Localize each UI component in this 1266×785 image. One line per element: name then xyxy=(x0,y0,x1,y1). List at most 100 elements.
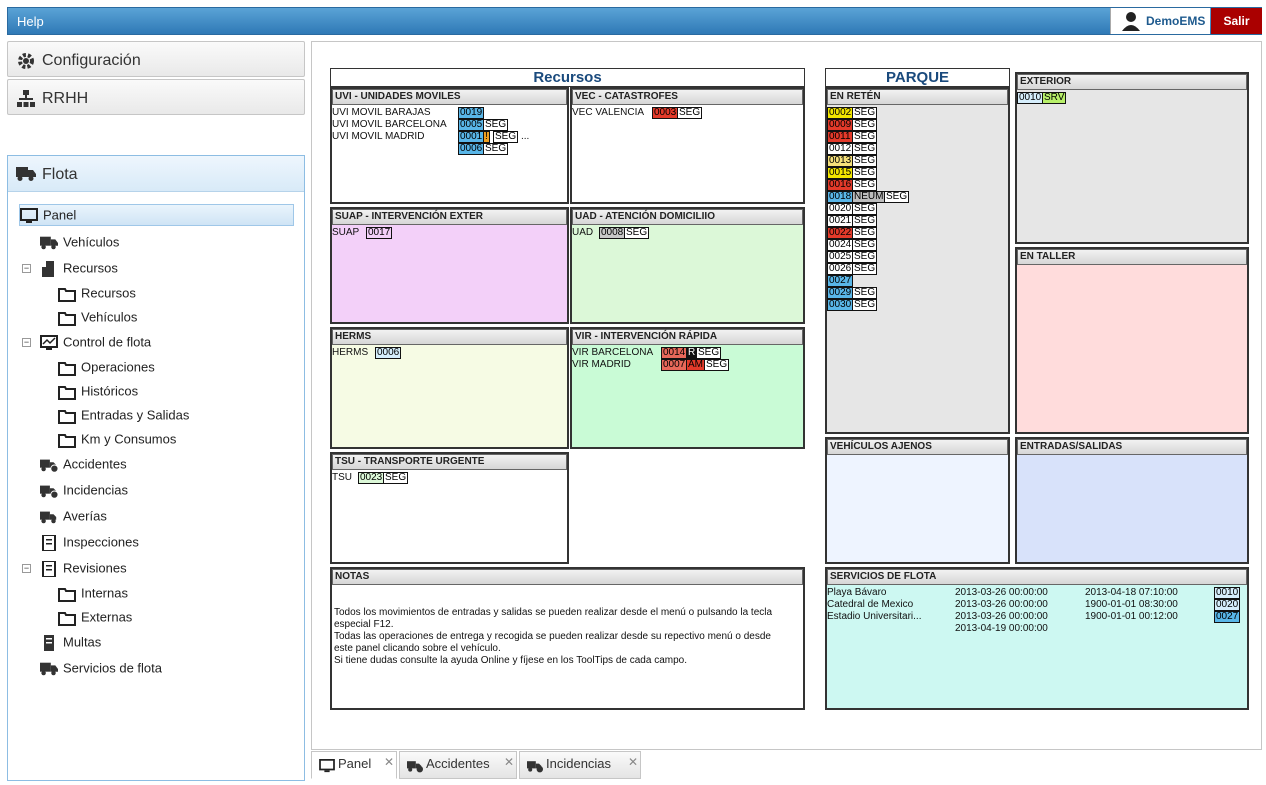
unit-chip[interactable]: 0022 xyxy=(827,227,854,239)
status-chip[interactable]: SEG xyxy=(884,191,910,203)
status-chip[interactable]: SEG xyxy=(852,203,878,215)
box-suap: SUAP - INTERVENCIÓN EXTER SUAP 0017 xyxy=(330,207,569,324)
status-chip[interactable]: SEG xyxy=(852,287,878,299)
tree-item-multas[interactable]: Multas xyxy=(40,632,101,654)
status-chip[interactable]: SEG xyxy=(624,227,650,239)
accordion-flota-header[interactable]: Flota xyxy=(8,156,304,192)
tree-item-operaciones[interactable]: Operaciones xyxy=(58,357,155,379)
status-chip[interactable]: SEG xyxy=(493,131,519,143)
tab-panel[interactable]: Panel ✕ xyxy=(311,751,397,779)
tree-item-vehiculos[interactable]: Vehículos xyxy=(40,232,119,254)
status-chip[interactable]: SEG xyxy=(677,107,703,119)
status-chip[interactable]: SEG xyxy=(852,179,878,191)
user-box[interactable]: DemoEMS xyxy=(1110,8,1210,34)
unit-chip[interactable]: 0025 xyxy=(827,251,854,263)
box-header: NOTAS xyxy=(332,569,803,585)
unit-chip[interactable]: 0024 xyxy=(827,239,854,251)
status-chip[interactable]: SEG xyxy=(483,119,509,131)
tab-incidencias[interactable]: Incidencias ✕ xyxy=(519,751,641,779)
status-chip[interactable]: SEG xyxy=(852,215,878,227)
help-menu[interactable]: Help xyxy=(17,14,44,29)
status-chip[interactable]: SEG xyxy=(852,143,878,155)
tree-item-inspecciones[interactable]: Inspecciones xyxy=(40,532,139,554)
status-chip[interactable]: SEG xyxy=(483,143,509,155)
unit-chip[interactable]: 0021 xyxy=(827,215,854,227)
collapse-toggle[interactable]: − xyxy=(22,564,31,573)
status-chip[interactable]: SEG xyxy=(852,239,878,251)
tree-item-internas[interactable]: Internas xyxy=(58,583,128,605)
status-chip[interactable]: SEG xyxy=(383,472,409,484)
unit-chip[interactable]: 0011 xyxy=(827,131,853,143)
unit-chip[interactable]: 0020 xyxy=(1214,599,1241,611)
tree-item-revisiones[interactable]: Revisiones xyxy=(40,558,127,580)
status-chip[interactable]: SRV xyxy=(1042,92,1067,104)
close-icon[interactable]: ✕ xyxy=(628,755,638,769)
unit-chip[interactable]: 0018 xyxy=(827,191,854,203)
servicio-name: Estadio Universitari... xyxy=(827,611,922,622)
tree-item-control-flota[interactable]: Control de flota xyxy=(40,332,151,354)
unit-chip[interactable]: 0027 xyxy=(827,275,854,287)
unit-chip[interactable]: 0020 xyxy=(827,203,854,215)
status-chip[interactable]: SEG xyxy=(704,359,730,371)
alert-chip[interactable]: ! xyxy=(483,131,490,143)
tree-item-incidencias[interactable]: Incidencias xyxy=(40,480,128,502)
checklist-icon xyxy=(42,534,56,551)
unit-chip[interactable]: 0006 xyxy=(375,347,402,359)
tab-accidentes[interactable]: Accidentes ✕ xyxy=(399,751,517,779)
tree-item-accidentes[interactable]: Accidentes xyxy=(40,454,127,476)
status-chip[interactable]: SEG xyxy=(852,227,878,239)
unit-chip[interactable]: 0002 xyxy=(827,107,854,119)
unit-chip[interactable]: 0027 xyxy=(1214,611,1241,623)
tree-item-recursos-sub[interactable]: Recursos xyxy=(58,283,136,305)
status-chip[interactable]: SEG xyxy=(852,299,878,311)
unit-chip[interactable]: 0023 xyxy=(358,472,385,484)
tree-item-averias[interactable]: Averías xyxy=(40,506,107,528)
unit-chip[interactable]: 0001 xyxy=(458,131,485,143)
unit-chip[interactable]: 0030 xyxy=(827,299,854,311)
unit-chip[interactable]: 0026 xyxy=(827,263,854,275)
unit-chip[interactable]: 0010 xyxy=(1017,92,1044,104)
unit-chip[interactable]: 0003 xyxy=(652,107,679,119)
unit-chip[interactable]: 0005 xyxy=(458,119,485,131)
tree-item-panel[interactable]: Panel xyxy=(19,204,294,226)
unit-chip[interactable]: 0013 xyxy=(827,155,854,167)
tree-item-entradas-salidas[interactable]: Entradas y Salidas xyxy=(58,405,189,427)
unit-chip[interactable]: 0012 xyxy=(827,143,854,155)
status-chip[interactable]: SEG xyxy=(852,131,878,143)
status-chip[interactable]: SEG xyxy=(696,347,722,359)
tree-item-externas[interactable]: Externas xyxy=(58,607,132,629)
accordion-configuracion[interactable]: Configuración xyxy=(7,41,305,77)
tree-item-historicos[interactable]: Históricos xyxy=(58,381,138,403)
unit-chip[interactable]: 0007 xyxy=(661,359,688,371)
status-chip[interactable]: AM xyxy=(686,359,705,371)
unit-chip[interactable]: 0010 xyxy=(1214,587,1241,599)
collapse-toggle[interactable]: − xyxy=(22,264,31,273)
status-chip[interactable]: SEG xyxy=(852,155,878,167)
status-chip[interactable]: SEG xyxy=(852,119,878,131)
unit-chip[interactable]: 0015 xyxy=(827,167,854,179)
status-chip[interactable]: NEUM xyxy=(852,191,886,203)
tree-item-vehiculos-sub[interactable]: Vehículos xyxy=(58,307,137,329)
close-icon[interactable]: ✕ xyxy=(384,755,394,769)
unit-chip[interactable]: 0006 xyxy=(458,143,485,155)
logout-button[interactable]: Salir xyxy=(1211,8,1262,34)
status-chip[interactable]: SEG xyxy=(852,251,878,263)
close-icon[interactable]: ✕ xyxy=(504,755,514,769)
accordion-rrhh[interactable]: RRHH xyxy=(7,79,305,115)
box-header: VEHÍCULOS AJENOS xyxy=(827,439,1008,455)
unit-chip[interactable]: 0019 xyxy=(458,107,485,119)
status-chip[interactable]: SEG xyxy=(852,263,878,275)
status-chip[interactable]: SEG xyxy=(852,167,878,179)
collapse-toggle[interactable]: − xyxy=(22,338,31,347)
unit-chip[interactable]: 0009 xyxy=(827,119,854,131)
tree-item-km-consumos[interactable]: Km y Consumos xyxy=(58,429,176,451)
unit-chip[interactable]: 0014 xyxy=(661,347,688,359)
tree-item-servicios-flota[interactable]: Servicios de flota xyxy=(40,658,162,680)
unit-chip[interactable]: 0029 xyxy=(827,287,854,299)
unit-chip[interactable]: 0008 xyxy=(599,227,626,239)
unit-chip[interactable]: 0016 xyxy=(827,179,854,191)
accordion-label: Configuración xyxy=(42,52,141,69)
tree-item-recursos[interactable]: Recursos xyxy=(40,258,118,280)
unit-chip[interactable]: 0017 xyxy=(366,227,393,239)
status-chip[interactable]: SEG xyxy=(852,107,878,119)
